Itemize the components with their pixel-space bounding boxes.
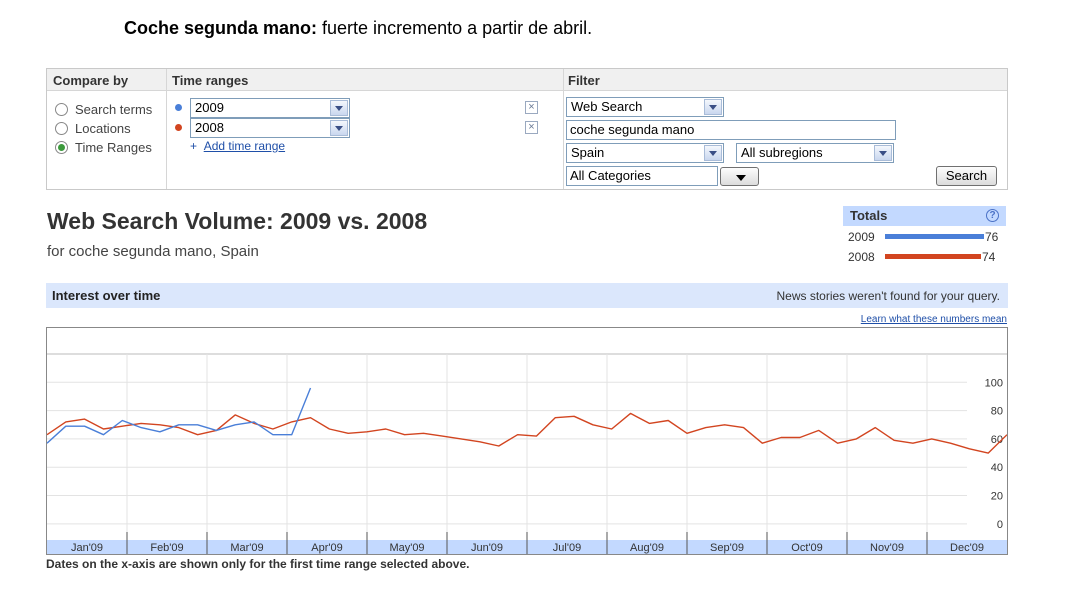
search-button[interactable]: Search [936, 166, 997, 186]
time-range-select-2009[interactable]: 2009 [190, 98, 350, 118]
x-tick-label: Dec'09 [950, 542, 984, 554]
chevron-down-icon[interactable] [874, 145, 892, 161]
x-tick-label: Nov'09 [870, 542, 904, 554]
y-tick-label: 40 [991, 462, 1003, 474]
radio-icon[interactable] [55, 121, 68, 135]
property-select[interactable]: Web Search [566, 97, 724, 117]
chevron-down-icon[interactable] [704, 99, 722, 115]
x-tick-label: Jun'09 [471, 542, 503, 554]
remove-2009-icon[interactable]: × [525, 101, 538, 114]
query-input[interactable]: coche segunda mano [566, 120, 896, 140]
category-dropdown-button[interactable] [720, 167, 759, 186]
learn-numbers-link[interactable]: Learn what these numbers mean [861, 314, 1007, 325]
query-panel: Compare by Time ranges Filter Search ter… [46, 68, 1008, 190]
x-tick-label: Oct'09 [791, 542, 822, 554]
select-value: 2008 [195, 120, 224, 135]
totals-box: Totals ? 2009 76 2008 74 [843, 206, 1006, 266]
time-ranges-label: Time ranges [172, 73, 249, 88]
subregion-select[interactable]: All subregions [736, 143, 894, 163]
x-tick-label: May'09 [389, 542, 424, 554]
slide-caption: Coche segunda mano: fuerte incremento a … [124, 18, 592, 39]
news-message: News stories weren't found for your quer… [776, 289, 1001, 303]
select-value: Web Search [571, 99, 643, 114]
country-select[interactable]: Spain [566, 143, 724, 163]
totals-value: 74 [982, 250, 996, 264]
chevron-down-icon[interactable] [330, 120, 348, 136]
x-tick-label: Apr'09 [311, 542, 342, 554]
radio-search-terms[interactable]: Search terms [55, 101, 152, 117]
help-icon[interactable]: ? [986, 209, 999, 222]
x-tick-label: Feb'09 [150, 542, 183, 554]
radio-selected-icon[interactable] [55, 140, 68, 154]
radio-label: Time Ranges [75, 139, 152, 155]
time-range-select-2008[interactable]: 2008 [190, 118, 350, 138]
x-axis-note: Dates on the x-axis are shown only for t… [46, 557, 470, 571]
panel-header: Compare by Time ranges Filter [47, 69, 1007, 91]
select-value: 2009 [195, 100, 224, 115]
interest-over-time-bar: Interest over time News stories weren't … [46, 283, 1008, 308]
compare-by-label: Compare by [53, 73, 129, 88]
filter-label: Filter [568, 73, 600, 88]
x-tick-label: Jan'09 [71, 542, 103, 554]
add-time-range-label[interactable]: Add time range [204, 139, 285, 153]
series-dot-2008 [175, 124, 182, 131]
y-tick-label: 0 [997, 519, 1003, 531]
x-tick-label: Aug'09 [630, 542, 664, 554]
select-value: All subregions [741, 145, 823, 160]
select-value: Spain [571, 145, 605, 160]
x-tick-label: Jul'09 [553, 542, 581, 554]
totals-bar-2009 [885, 234, 984, 239]
y-tick-label: 100 [985, 377, 1003, 389]
x-tick-label: Mar'09 [230, 542, 263, 554]
result-title: Web Search Volume: 2009 vs. 2008 [47, 208, 428, 234]
divider [166, 69, 167, 189]
totals-year: 2008 [848, 250, 875, 264]
radio-locations[interactable]: Locations [55, 120, 131, 136]
interest-title: Interest over time [52, 288, 161, 303]
y-tick-label: 20 [991, 491, 1003, 503]
caption-bold: Coche segunda mano: [124, 18, 318, 38]
totals-header: Totals ? [843, 206, 1006, 226]
totals-bar-2008 [885, 254, 981, 259]
series-line-2009 [46, 387, 312, 444]
series-dot-2009 [175, 104, 182, 111]
radio-label: Locations [75, 120, 131, 136]
result-subtitle: for coche segunda mano, Spain [47, 243, 259, 260]
y-tick-label: 80 [991, 406, 1003, 418]
radio-label: Search terms [75, 101, 153, 117]
totals-value: 76 [985, 230, 999, 244]
interest-chart: 0 20 40 60 80 100 Jan'09 Feb'09 Mar'09 Apr'09 May'… [46, 327, 1008, 555]
caption-rest: fuerte incremento a partir de abril. [317, 18, 593, 38]
remove-2008-icon[interactable]: × [525, 121, 538, 134]
plus-icon: + [190, 139, 198, 153]
add-time-range-link[interactable]: + Add time range [190, 139, 285, 153]
x-tick-label: Sep'09 [710, 542, 744, 554]
chevron-down-icon[interactable] [704, 145, 722, 161]
chart-svg: 020406080100Jan'09 Feb'09 Mar'09 Apr'09 May'… [46, 353, 1008, 554]
category-field[interactable]: All Categories [566, 166, 718, 186]
divider [563, 69, 564, 189]
totals-title: Totals [850, 208, 888, 223]
radio-time-ranges[interactable]: Time Ranges [55, 139, 152, 155]
radio-icon[interactable] [55, 102, 68, 116]
chevron-down-icon[interactable] [330, 100, 348, 116]
totals-year: 2009 [848, 230, 875, 244]
